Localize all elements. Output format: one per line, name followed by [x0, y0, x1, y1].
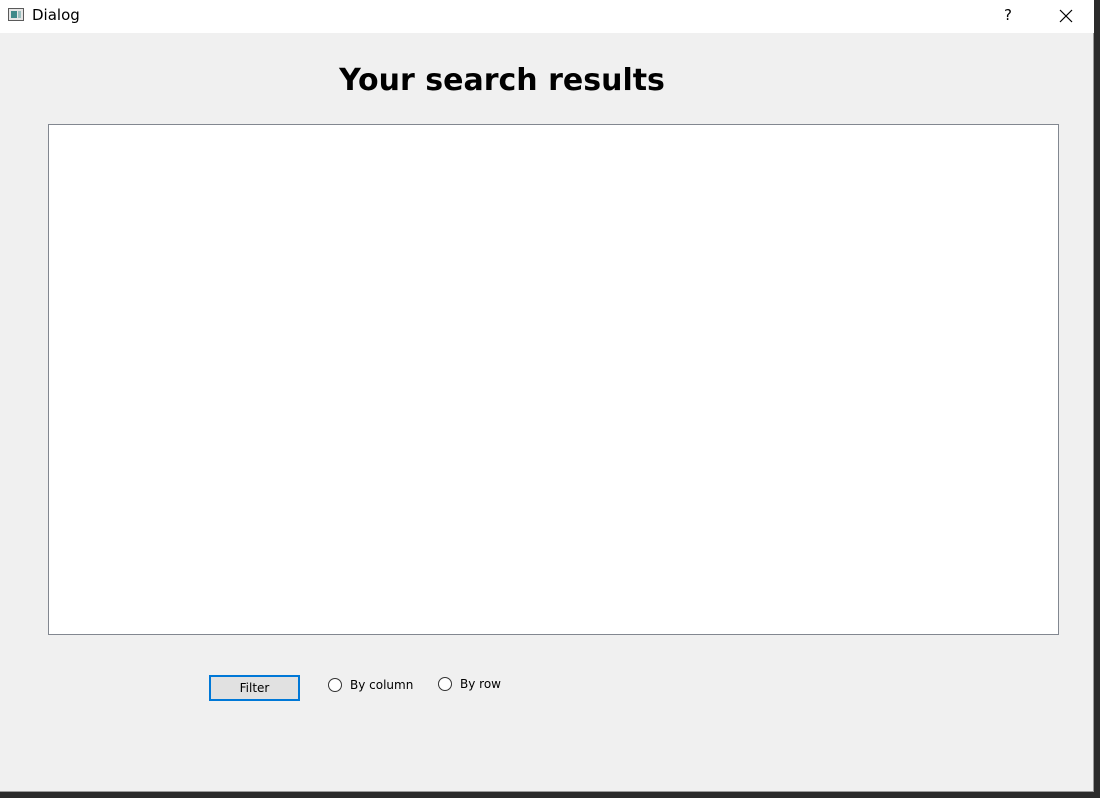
radio-by-column-label: By column [350, 678, 414, 692]
filter-button[interactable]: Filter [209, 675, 300, 701]
radio-circle[interactable] [438, 677, 452, 691]
dialog-app-icon [8, 8, 24, 21]
close-icon [1059, 9, 1073, 23]
radio-by-column[interactable]: By column [328, 676, 413, 694]
dialog-window: Dialog ? Your search results Filter By c… [0, 0, 1094, 792]
title-bar: Dialog ? [0, 0, 1094, 33]
radio-by-row-label: By row [460, 677, 501, 691]
page-title: Your search results [339, 63, 665, 98]
search-results-view[interactable] [48, 124, 1059, 635]
window-title: Dialog [32, 6, 80, 24]
radio-circle[interactable] [328, 678, 342, 692]
close-button[interactable] [1038, 0, 1094, 32]
help-button[interactable]: ? [980, 0, 1036, 32]
radio-by-row[interactable]: By row [438, 675, 501, 693]
